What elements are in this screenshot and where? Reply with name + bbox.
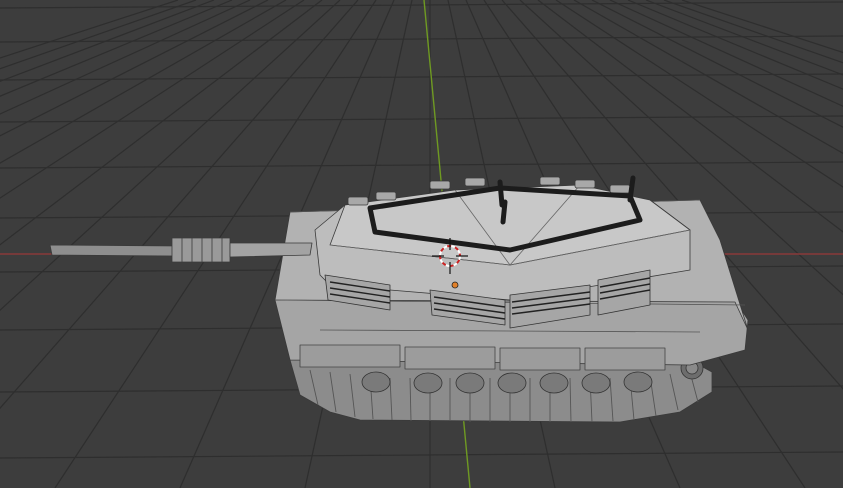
grid-line <box>0 161 843 169</box>
object-origin-point <box>451 281 459 289</box>
grid-line <box>0 451 843 459</box>
3d-viewport[interactable] <box>0 0 843 488</box>
grid-line <box>0 1 843 9</box>
grid-line <box>0 115 843 123</box>
tank-model[interactable] <box>49 175 749 423</box>
grid-line <box>0 35 843 43</box>
side-skirt-panels <box>299 344 666 371</box>
tank-gun-barrel <box>49 237 313 263</box>
grid-line <box>0 73 843 81</box>
grid-line <box>0 0 197 70</box>
